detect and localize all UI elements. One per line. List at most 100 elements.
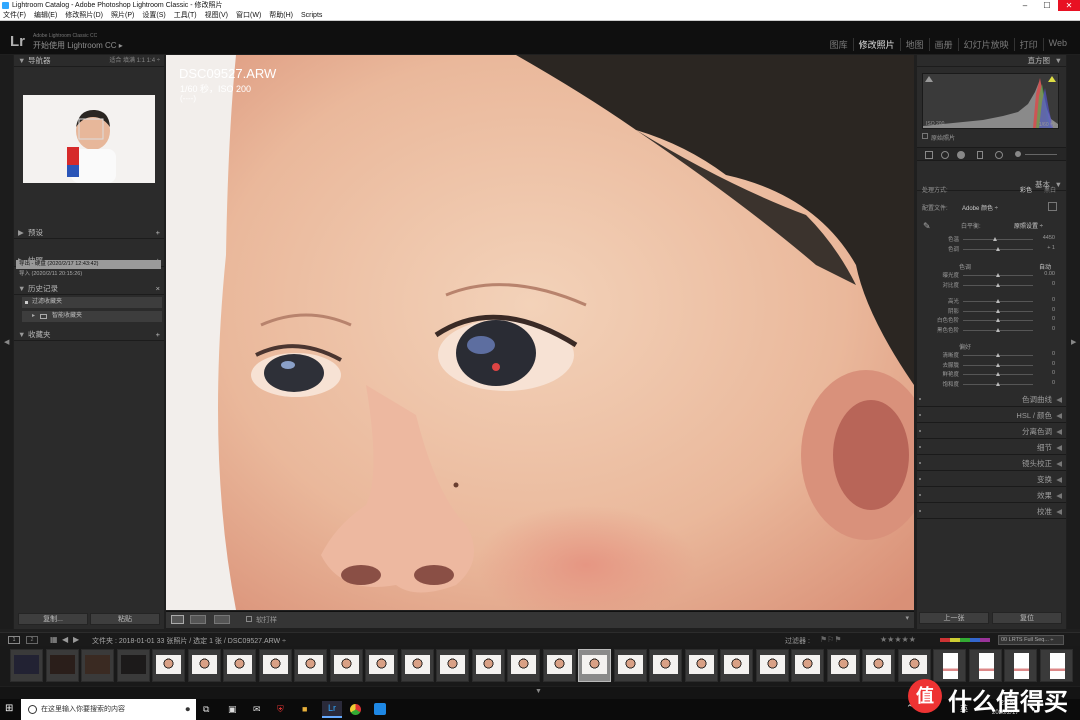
slider-value[interactable]: 0 [1052,307,1055,313]
filmstrip-thumbnail[interactable] [755,649,789,682]
close-button[interactable]: ✕ [1058,0,1080,11]
main-window-icon[interactable]: 1 [8,636,20,644]
store-icon[interactable]: ▣ [228,704,237,715]
presets-header[interactable]: ▶ 预设 + [14,227,164,239]
brush-icon[interactable] [1015,151,1021,157]
wb-slider[interactable]: 色调 + 1 [921,245,1061,253]
filmstrip-thumbnail[interactable] [826,649,860,682]
menu-tools[interactable]: 工具(T) [174,11,197,20]
filmstrip-thumbnail[interactable] [542,649,576,682]
wb-slider[interactable]: 色温 4450 [921,235,1061,243]
histogram-header[interactable]: 直方图 ▼ [917,55,1066,67]
filmstrip-thumbnail[interactable] [791,649,824,682]
slider-value[interactable]: 0 [1052,297,1055,303]
slider-value[interactable]: 0 [1052,326,1055,332]
filmstrip-thumbnail[interactable] [507,649,540,682]
filmstrip-thumbnail[interactable] [365,649,398,682]
profile-browser-icon[interactable] [1048,202,1057,211]
filmstrip-thumbnail[interactable] [223,649,256,682]
collapse-filmstrip-icon[interactable]: ▼ [535,688,542,695]
loupe-view-icon[interactable] [171,615,184,624]
filmstrip-thumbnail[interactable] [329,649,363,682]
history-header[interactable]: ▼ 历史记录 × [14,283,164,295]
shield-icon[interactable]: ⛨ [277,704,284,715]
get-started-link[interactable]: 开始使用 Lightroom CC ▸ [33,40,123,51]
panel-switch-icon[interactable] [919,446,921,448]
panel-header[interactable]: 色调曲线 ◀ [917,392,1066,407]
presence-slider[interactable]: 清晰度 0 [921,351,1061,359]
second-window-icon[interactable]: 2 [26,636,38,644]
left-panel-toggle[interactable]: ◀ [0,55,13,629]
menu-photo[interactable]: 照片(P) [111,11,134,20]
panel-header[interactable]: HSL / 颜色 ◀ [917,408,1066,423]
maximize-button[interactable]: ☐ [1036,0,1058,11]
slider-knob[interactable] [996,247,1000,251]
back-arrow-icon[interactable]: ◀ [62,635,68,644]
histogram[interactable]: ISO 200 1/60 秒 [922,73,1059,129]
tone-slider[interactable]: 白色色阶 0 [921,316,1061,324]
navigator-preview[interactable] [23,95,155,183]
module-map[interactable]: 地图 [899,38,929,51]
filmstrip-thumbnail[interactable] [294,649,327,682]
tone-slider[interactable]: 对比度 0 [921,281,1061,289]
folder-icon[interactable]: ■ [302,704,307,714]
filmstrip-thumbnail[interactable] [116,649,150,682]
history-item[interactable]: 导出 - 硬盘 (2020/2/17 12:43:42) [16,260,161,269]
process-color-option[interactable]: 彩色 [1020,185,1032,194]
eyedropper-icon[interactable]: ✎ [923,221,933,231]
module-library[interactable]: 图库 [825,38,853,51]
collection-item-smart[interactable]: ▸ 智能收藏夹 [22,311,162,322]
filmstrip-source[interactable]: 文件夹 : 2018-01-01 33 张照片 / 选定 1 张 / DSC09… [92,636,286,646]
slider-knob[interactable] [996,283,1000,287]
filmstrip-thumbnail[interactable] [400,649,434,682]
filmstrip-thumbnail[interactable] [81,649,114,682]
filmstrip-thumbnail[interactable] [649,649,682,682]
slider-knob[interactable] [996,381,1000,386]
panel-switch-icon[interactable] [919,494,921,496]
radial-filter-icon[interactable] [995,151,1003,159]
slider-track[interactable] [963,239,1033,240]
filmstrip-thumbnail[interactable] [613,649,647,682]
filmstrip-thumbnail[interactable] [10,649,43,682]
task-view-icon[interactable]: ⧉ [203,704,209,715]
photo-canvas[interactable] [166,55,914,610]
menu-file[interactable]: 文件(F) [3,11,26,20]
toolbar-menu-icon[interactable]: ▾ [905,614,909,622]
filmstrip-thumbnail[interactable] [862,649,895,682]
slider-knob[interactable] [996,353,1000,357]
copy-button[interactable]: 复制... [18,613,88,625]
slider-value[interactable]: 4450 [1043,235,1055,241]
module-book[interactable]: 画册 [928,38,958,51]
module-web[interactable]: Web [1042,38,1072,51]
slider-knob[interactable] [992,237,997,241]
panel-header[interactable]: 变换 ◀ [917,472,1066,487]
filmstrip-thumbnail[interactable] [45,649,79,682]
redeye-icon[interactable] [957,151,965,159]
slider-knob[interactable] [996,308,1000,313]
menu-view[interactable]: 视图(V) [205,11,228,20]
panel-header[interactable]: 分离色调 ◀ [917,424,1066,439]
original-photo-checkbox[interactable] [922,133,928,139]
paste-button[interactable]: 粘贴 [90,613,160,625]
filmstrip-thumbnail[interactable] [684,649,718,682]
slider-value[interactable]: 0 [1052,380,1055,386]
panel-switch-icon[interactable] [919,510,921,512]
slider-value[interactable]: 0 [1052,351,1055,357]
clear-icon[interactable]: × [156,283,160,295]
filmstrip-thumbnail[interactable] [471,649,505,682]
slider-value[interactable]: 0 [1052,361,1055,367]
app-icon[interactable] [374,703,386,715]
tone-auto-button[interactable]: 自动 [1039,262,1051,271]
menu-window[interactable]: 窗口(W) [236,11,261,20]
tone-slider[interactable]: 阴影 0 [921,307,1061,315]
panel-switch-icon[interactable] [919,430,921,432]
rating-filter-icon[interactable]: ★★★★★ [880,635,916,644]
module-develop[interactable]: 修改照片 [852,38,900,51]
slider-value[interactable]: 0 [1052,316,1055,322]
slider-knob[interactable] [996,372,1000,376]
graduated-filter-icon[interactable] [977,151,983,159]
presence-slider[interactable]: 鲜艳度 0 [921,370,1061,378]
panel-switch-icon[interactable] [919,462,921,464]
before-after-icon[interactable] [190,615,206,624]
softproof-checkbox[interactable] [246,616,252,622]
